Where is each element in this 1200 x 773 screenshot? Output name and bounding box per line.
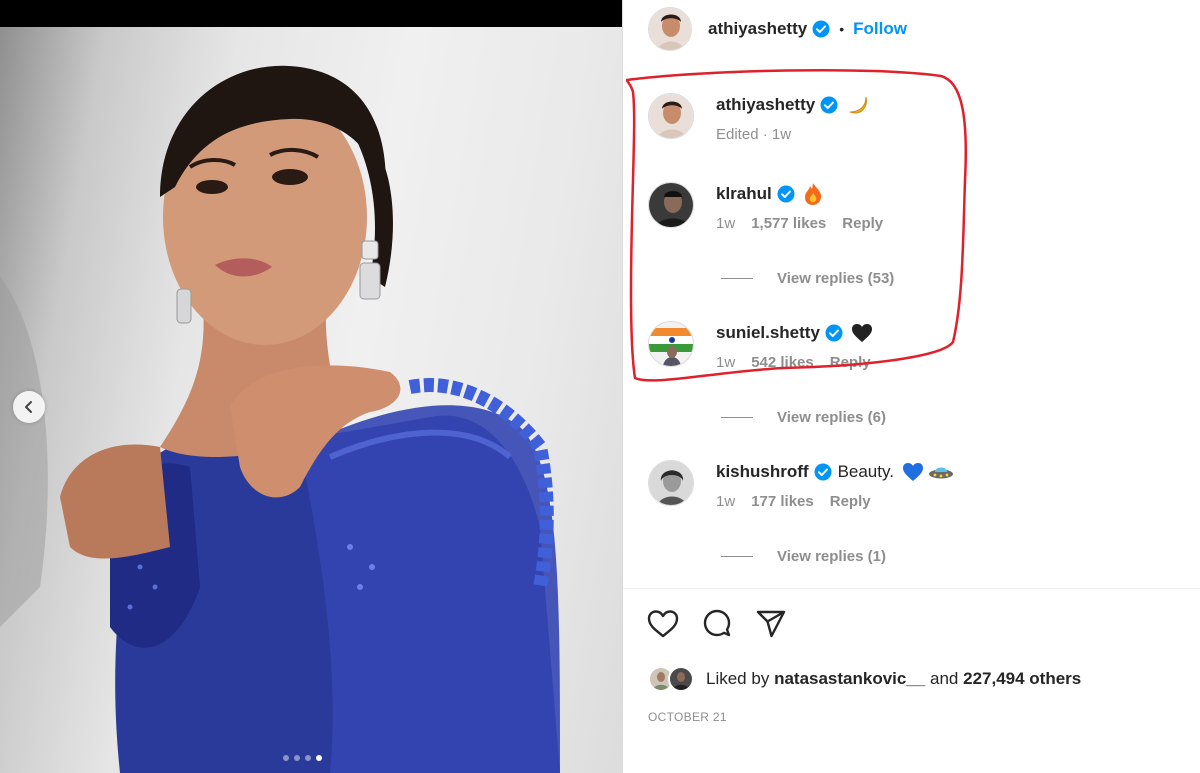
avatar[interactable] — [648, 93, 694, 139]
comment-icon — [703, 609, 731, 637]
comment-text: Beauty. — [837, 462, 894, 481]
view-replies-label: View replies (1) — [777, 548, 886, 565]
view-replies-label: View replies (53) — [777, 270, 895, 287]
carousel-dot — [305, 755, 311, 761]
black-heart-emoji — [851, 323, 873, 343]
carousel-dot — [283, 755, 289, 761]
comment-time: 1w — [716, 493, 736, 510]
post-date[interactable]: OCTOBER 21 — [648, 710, 727, 724]
carousel-prev-button[interactable] — [13, 391, 45, 423]
avatar[interactable] — [648, 460, 694, 506]
replies-divider-line — [721, 556, 753, 557]
moon-emoji — [846, 94, 870, 116]
blue-heart-emoji — [902, 462, 924, 482]
liked-by-prefix: Liked by — [706, 669, 770, 688]
replies-divider-line — [721, 417, 753, 418]
liked-by-others[interactable]: 227,494 others — [963, 669, 1081, 689]
follow-button[interactable]: Follow — [853, 19, 907, 39]
share-button[interactable] — [753, 606, 789, 642]
verified-badge-icon — [812, 20, 830, 38]
reply-button[interactable]: Reply — [830, 493, 871, 510]
comment-item: kishushroff Beauty. 1w 177 likes Reply — [648, 460, 954, 510]
comment-time: 1w — [716, 215, 736, 232]
post-actions — [645, 606, 789, 642]
view-replies-button[interactable]: View replies (53) — [721, 270, 894, 287]
comment-button[interactable] — [699, 606, 735, 642]
carousel-dot — [294, 755, 300, 761]
view-replies-label: View replies (6) — [777, 409, 886, 426]
liked-by-joiner: and — [930, 669, 959, 688]
reply-button[interactable]: Reply — [842, 215, 883, 232]
comment-item: klrahul 1w 1,577 likes Reply — [648, 182, 883, 232]
verified-badge-icon — [814, 463, 832, 481]
avatar — [668, 666, 694, 692]
post-photo — [0, 27, 622, 773]
avatar[interactable] — [648, 182, 694, 228]
chevron-left-icon — [25, 401, 32, 413]
post-header: athiyashetty • Follow — [623, 0, 1200, 58]
post-author-username[interactable]: athiyashetty — [708, 19, 807, 39]
view-replies-button[interactable]: View replies (1) — [721, 548, 886, 565]
section-divider — [623, 588, 1200, 589]
comment-username[interactable]: kishushroff — [716, 462, 809, 482]
separator-dot: • — [839, 21, 845, 37]
fire-emoji — [803, 182, 823, 206]
portrait-illustration — [0, 65, 561, 773]
view-replies-button[interactable]: View replies (6) — [721, 409, 886, 426]
comment-item: athiyashetty Edited · 1w — [648, 93, 870, 143]
verified-badge-icon — [777, 185, 795, 203]
carousel-dot-active — [316, 755, 322, 761]
liked-by-summary: Liked by natasastankovic__ and 227,494 o… — [648, 666, 1081, 692]
comment-username[interactable]: athiyashetty — [716, 95, 815, 115]
comment-username[interactable]: klrahul — [716, 184, 772, 204]
send-icon — [756, 610, 786, 638]
comment-likes[interactable]: 1,577 likes — [751, 215, 826, 232]
carousel-indicator — [283, 755, 322, 761]
verified-badge-icon — [820, 96, 838, 114]
comment-item: suniel.shetty 1w 542 likes Reply — [648, 321, 873, 371]
avatar[interactable] — [648, 321, 694, 367]
ufo-emoji — [928, 464, 954, 480]
post-details-panel: athiyashetty • Follow athiyashetty Edite… — [622, 0, 1200, 773]
comment-time: 1w — [716, 354, 736, 371]
liked-avatars — [648, 666, 698, 692]
liked-by-user[interactable]: natasastankovic__ — [774, 669, 925, 689]
heart-icon — [647, 610, 679, 638]
comment-likes[interactable]: 177 likes — [751, 493, 814, 510]
post-media — [0, 0, 622, 773]
avatar[interactable] — [648, 7, 692, 51]
comment-likes[interactable]: 542 likes — [751, 354, 814, 371]
comment-meta: Edited · 1w — [716, 126, 792, 143]
like-button[interactable] — [645, 606, 681, 642]
comment-username[interactable]: suniel.shetty — [716, 323, 820, 343]
verified-badge-icon — [825, 324, 843, 342]
replies-divider-line — [721, 278, 753, 279]
reply-button[interactable]: Reply — [830, 354, 871, 371]
